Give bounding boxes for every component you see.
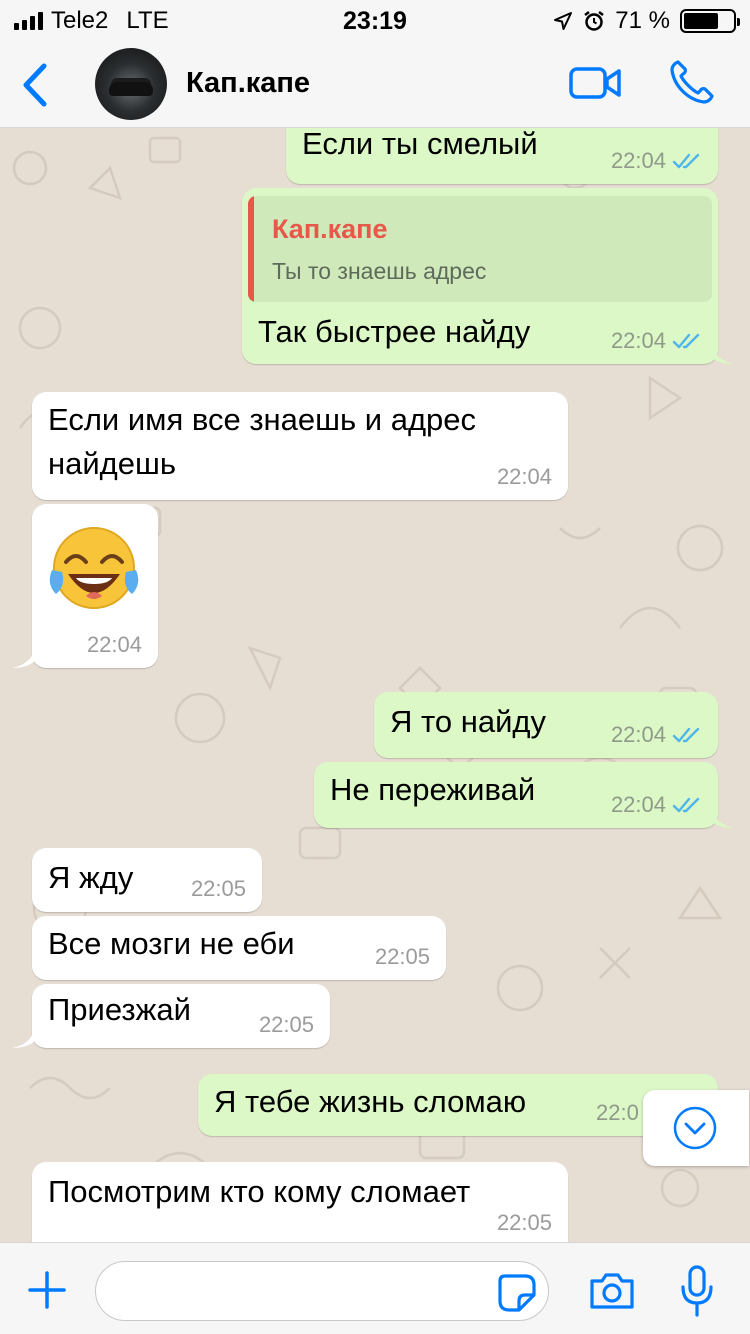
message-input[interactable] <box>95 1261 549 1321</box>
message-meta: 22:05 <box>191 876 246 902</box>
message-time: 22:04 <box>610 722 666 747</box>
message-outgoing[interactable]: Я тебе жизнь сломаю 22:0 <box>198 1074 718 1136</box>
avatar[interactable] <box>95 48 167 120</box>
bubble-tail <box>710 342 734 364</box>
chat-header: Кап.капе <box>0 40 750 128</box>
message-text: Я тебе жизнь сломаю <box>214 1084 527 1119</box>
read-receipt-icon <box>672 797 700 813</box>
message-time: 22:05 <box>496 1210 552 1235</box>
message-meta: 22:05 <box>259 1012 314 1038</box>
chevron-down-icon <box>673 1106 717 1150</box>
message-text: Не переживай <box>330 772 536 807</box>
chat-area[interactable]: Если ты смелый 22:04 Кап.капе Ты то знае… <box>0 128 750 1242</box>
message-time: 22:04 <box>610 792 666 817</box>
message-meta: 22:05 <box>497 1210 552 1236</box>
phone-icon[interactable] <box>668 58 716 106</box>
microphone-icon[interactable] <box>680 1265 714 1317</box>
battery-percent: 71 % <box>615 7 670 34</box>
video-call-icon[interactable] <box>568 64 622 102</box>
battery-fill <box>684 13 719 29</box>
message-meta: 22:04 <box>611 792 702 818</box>
scroll-to-bottom-button[interactable] <box>643 1090 749 1166</box>
message-text: Так быстрее найду <box>258 314 531 349</box>
message-text: Если ты смелый <box>302 128 538 161</box>
message-incoming-emoji[interactable]: 22:04 <box>32 504 158 668</box>
bubble-tail <box>710 806 734 828</box>
quote-accent-bar <box>248 196 254 302</box>
message-incoming[interactable]: Если имя все знаешь и адрес найдешь 22:0… <box>32 392 568 500</box>
message-incoming[interactable]: Все мозги не еби 22:05 <box>32 916 446 980</box>
message-text: Приезжай <box>48 992 191 1027</box>
message-outgoing[interactable]: Если ты смелый 22:04 <box>286 128 718 184</box>
car-photo-avatar <box>109 82 153 96</box>
status-right: 71 % <box>553 7 740 35</box>
message-meta: 22:05 <box>375 944 430 970</box>
message-meta: 22:04 <box>611 148 702 174</box>
message-meta: 22:04 <box>87 632 142 658</box>
read-receipt-icon <box>672 153 700 169</box>
location-arrow-icon <box>554 12 573 30</box>
read-receipt-icon <box>672 727 700 743</box>
chevron-left-icon[interactable] <box>16 62 56 108</box>
message-time: 22:04 <box>610 148 666 173</box>
message-outgoing[interactable]: Не переживай 22:04 <box>314 762 718 828</box>
message-outgoing[interactable]: Я то найду 22:04 <box>374 692 718 758</box>
contact-name[interactable]: Кап.капе <box>186 67 310 100</box>
message-text: Все мозги не еби <box>48 926 295 961</box>
message-time: 22:0 <box>596 1100 639 1125</box>
message-text-line-2: найдешь <box>48 446 177 481</box>
message-text: Посмотрим кто кому сломает <box>48 1174 471 1209</box>
message-meta: 22:04 <box>611 722 702 748</box>
camera-icon[interactable] <box>588 1271 636 1311</box>
message-meta: 22:04 <box>497 464 552 490</box>
bubble-tail <box>12 646 36 668</box>
message-time: 22:04 <box>610 328 666 353</box>
message-time: 22:05 <box>374 944 430 969</box>
message-meta: 22:04 <box>611 328 702 354</box>
message-composer <box>0 1242 750 1334</box>
battery-icon <box>680 9 740 33</box>
message-text: Я жду <box>48 860 134 895</box>
quoted-message[interactable]: Кап.капе Ты то знаешь адрес <box>248 196 712 302</box>
read-receipt-icon <box>672 333 700 349</box>
message-time: 22:05 <box>190 876 246 901</box>
message-text: Я то найду <box>390 704 546 739</box>
message-time: 22:05 <box>258 1012 314 1037</box>
message-incoming[interactable]: Я жду 22:05 <box>32 848 262 912</box>
message-text-line-1: Если имя все знаешь и адрес <box>48 402 477 437</box>
message-time: 22:04 <box>86 632 142 657</box>
message-meta: 22:0 <box>596 1100 639 1126</box>
alarm-clock-icon <box>584 11 605 31</box>
bubble-tail <box>12 1026 36 1048</box>
quote-author: Кап.капе <box>272 214 388 244</box>
face-with-tears-of-joy-icon <box>49 527 139 609</box>
plus-icon[interactable] <box>28 1271 66 1309</box>
sticker-icon[interactable] <box>497 1273 537 1313</box>
message-incoming[interactable]: Посмотрим кто кому сломает 22:05 <box>32 1162 568 1242</box>
message-incoming[interactable]: Приезжай 22:05 <box>32 984 330 1048</box>
status-bar: Tele2 LTE 23:19 71 % <box>0 0 750 40</box>
message-outgoing-reply[interactable]: Кап.капе Ты то знаешь адрес Так быстрее … <box>242 188 718 364</box>
message-time: 22:04 <box>496 464 552 489</box>
quote-text: Ты то знаешь адрес <box>272 258 487 284</box>
